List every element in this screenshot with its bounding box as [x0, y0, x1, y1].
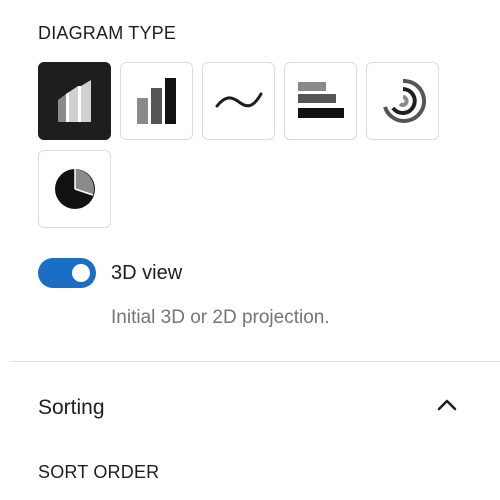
3d-view-help-text: Initial 3D or 2D projection.: [111, 307, 330, 328]
sorting-panel-toggle[interactable]: Sorting: [0, 380, 500, 436]
pie-chart-icon: [54, 169, 95, 209]
diagram-type-3d-column-button[interactable]: [38, 62, 111, 140]
section-divider: [10, 361, 500, 362]
chart-settings-panel: DIAGRAM TYPE 3D view Initial 3D or 2D pr…: [0, 0, 500, 500]
radial-bar-chart-icon: [382, 78, 426, 123]
diagram-type-bar-button[interactable]: [120, 62, 193, 140]
sort-order-heading: SORT ORDER: [38, 462, 160, 482]
3d-view-toggle-row: 3D view: [38, 258, 182, 288]
3d-view-toggle[interactable]: [38, 258, 96, 288]
diagram-type-horizontal-bar-button[interactable]: [284, 62, 357, 140]
bar-chart-icon: [136, 78, 176, 124]
3d-view-label[interactable]: 3D view: [111, 262, 182, 285]
chevron-up-icon: [437, 399, 457, 411]
chart-3d-column-icon: [57, 80, 91, 122]
diagram-type-radial-bar-button[interactable]: [366, 62, 439, 140]
diagram-type-line-button[interactable]: [202, 62, 275, 140]
diagram-type-pie-button[interactable]: [38, 150, 111, 228]
sorting-title: Sorting: [38, 396, 105, 419]
horizontal-bar-chart-icon: [297, 82, 344, 118]
toggle-knob: [72, 264, 90, 282]
line-chart-icon: [215, 92, 262, 108]
diagram-type-heading: DIAGRAM TYPE: [38, 23, 177, 43]
